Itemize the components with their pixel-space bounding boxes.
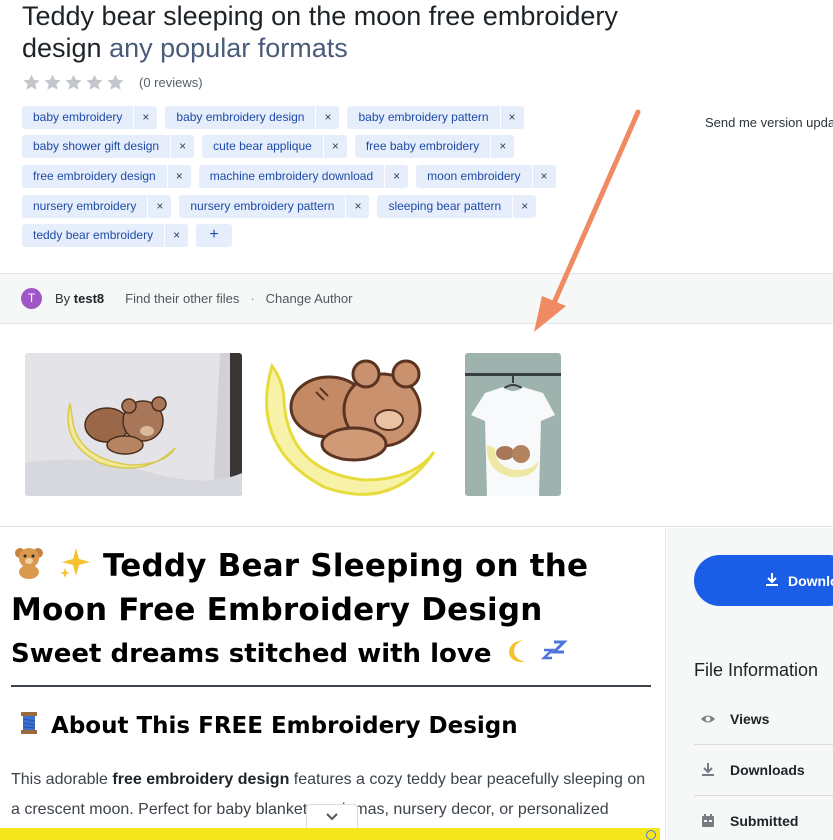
remove-tag-icon[interactable]: × [384,165,408,188]
chevron-down-icon [326,813,338,821]
tag-label[interactable]: baby embroidery design [165,106,315,129]
ad-info-icon[interactable] [646,830,656,840]
star-icon[interactable] [85,73,104,92]
author-byline: By test8 [55,291,105,306]
avatar[interactable]: T [21,288,42,309]
gallery-thumb-design[interactable] [254,352,449,499]
remove-tag-icon[interactable]: × [512,195,536,218]
tag[interactable]: baby embroidery pattern × [347,106,524,129]
teddy-bear-emoji [11,544,47,590]
section-heading: About This FREE Embroidery Design [15,708,518,748]
tag[interactable]: baby shower gift design × [22,135,195,158]
tag-label[interactable]: baby shower gift design [22,135,170,158]
zzz-emoji [540,636,572,678]
remove-tag-icon[interactable]: × [164,224,188,247]
separator-dot: · [250,291,255,306]
tag[interactable]: machine embroidery download × [198,165,409,188]
file-information-title: File Information [694,660,819,680]
tag[interactable]: sleeping bear pattern × [377,195,537,218]
remove-tag-icon[interactable]: × [147,195,171,218]
tag[interactable]: free embroidery design × [22,165,191,188]
file-info-submitted: Submitted [694,796,833,840]
remove-tag-icon[interactable]: × [322,135,347,158]
thread-spool-emoji [15,709,43,748]
remove-tag-icon[interactable]: × [345,195,369,218]
tag[interactable]: moon embroidery × [416,165,556,188]
tag-label[interactable]: sleeping bear pattern [377,195,512,218]
remove-tag-icon[interactable]: × [490,135,514,158]
tag-row: nursery embroidery × nursery embroidery p… [22,195,544,218]
tag-row: baby shower gift design × cute bear appli… [22,135,522,158]
download-icon [766,573,778,586]
article-content: Teddy Bear Sleeping on the Moon Free Emb… [0,528,666,840]
find-other-files-link[interactable]: Find their other files [125,291,239,306]
article-heading: Teddy Bear Sleeping on the Moon Free Emb… [11,544,651,630]
remove-tag-icon[interactable]: × [170,135,194,158]
calendar-icon [702,814,714,827]
tag-label[interactable]: cute bear applique [202,135,323,158]
download-button[interactable]: Downlo [694,555,833,606]
tag[interactable]: baby embroidery design × [165,106,340,129]
tag-row: free embroidery design × machine embroide… [22,165,564,188]
eye-icon [701,715,715,723]
tag-label[interactable]: nursery embroidery pattern [179,195,345,218]
file-info-views: Views [694,694,833,745]
author-name[interactable]: test8 [74,291,104,306]
tag-label[interactable]: free baby embroidery [355,135,490,158]
design-header: Teddy bear sleeping on the moon free emb… [0,0,833,273]
tag[interactable]: nursery embroidery pattern × [179,195,370,218]
star-icon[interactable] [106,73,125,92]
design-title: Teddy bear sleeping on the moon free emb… [22,1,618,63]
tag[interactable]: free baby embroidery × [354,135,515,158]
tag-label[interactable]: free embroidery design [22,165,167,188]
article-subheading: Sweet dreams stitched with love [11,634,572,678]
tag[interactable]: teddy bear embroidery × [22,224,189,247]
ad-banner[interactable] [0,828,660,840]
download-button-label: Downlo [788,572,833,589]
tag-label[interactable]: baby embroidery pattern [347,106,499,129]
remove-tag-icon[interactable]: × [499,106,524,129]
file-sidebar: Downlo File Information Views Downloads … [667,528,833,840]
tag-label[interactable]: nursery embroidery [22,195,147,218]
change-author-link[interactable]: Change Author [266,291,353,306]
author-bar: T By test8 Find their other files · Chan… [0,273,833,324]
add-tag-button[interactable]: + [196,224,233,247]
title-format-accent: any popular formats [109,33,348,63]
remove-tag-icon[interactable]: × [166,165,191,188]
image-gallery [0,324,833,527]
remove-tag-icon[interactable]: × [315,106,339,129]
tag-row: teddy bear embroidery × + [22,224,233,247]
tag-label[interactable]: teddy bear embroidery [22,224,164,247]
star-rating[interactable]: (0 reviews) [22,71,203,93]
gallery-thumb-onesie-photo[interactable] [465,353,561,496]
gallery-thumb-fabric-photo[interactable] [25,353,242,496]
send-updates-label[interactable]: Send me version upda [705,115,833,130]
tag[interactable]: baby embroidery × [22,106,158,129]
bold-phrase: free embroidery design [112,771,290,788]
review-count[interactable]: (0 reviews) [139,75,203,90]
sparkles-emoji [58,546,92,590]
divider [11,685,651,687]
star-icon[interactable] [43,73,62,92]
remove-tag-icon[interactable]: × [531,165,556,188]
file-info-downloads: Downloads [694,745,833,796]
star-icon[interactable] [22,73,41,92]
remove-tag-icon[interactable]: × [133,106,157,129]
tag-row: baby embroidery × baby embroidery design ×… [22,106,532,129]
tag-label[interactable]: moon embroidery [416,165,531,188]
collapse-ad-button[interactable] [306,804,358,830]
download-icon [702,763,714,776]
tag[interactable]: nursery embroidery × [22,195,172,218]
star-icon[interactable] [64,73,83,92]
tag-label[interactable]: machine embroidery download [199,165,384,188]
tag[interactable]: cute bear applique × [202,135,347,158]
crescent-moon-emoji [501,636,531,678]
tag-label[interactable]: baby embroidery [22,106,133,129]
